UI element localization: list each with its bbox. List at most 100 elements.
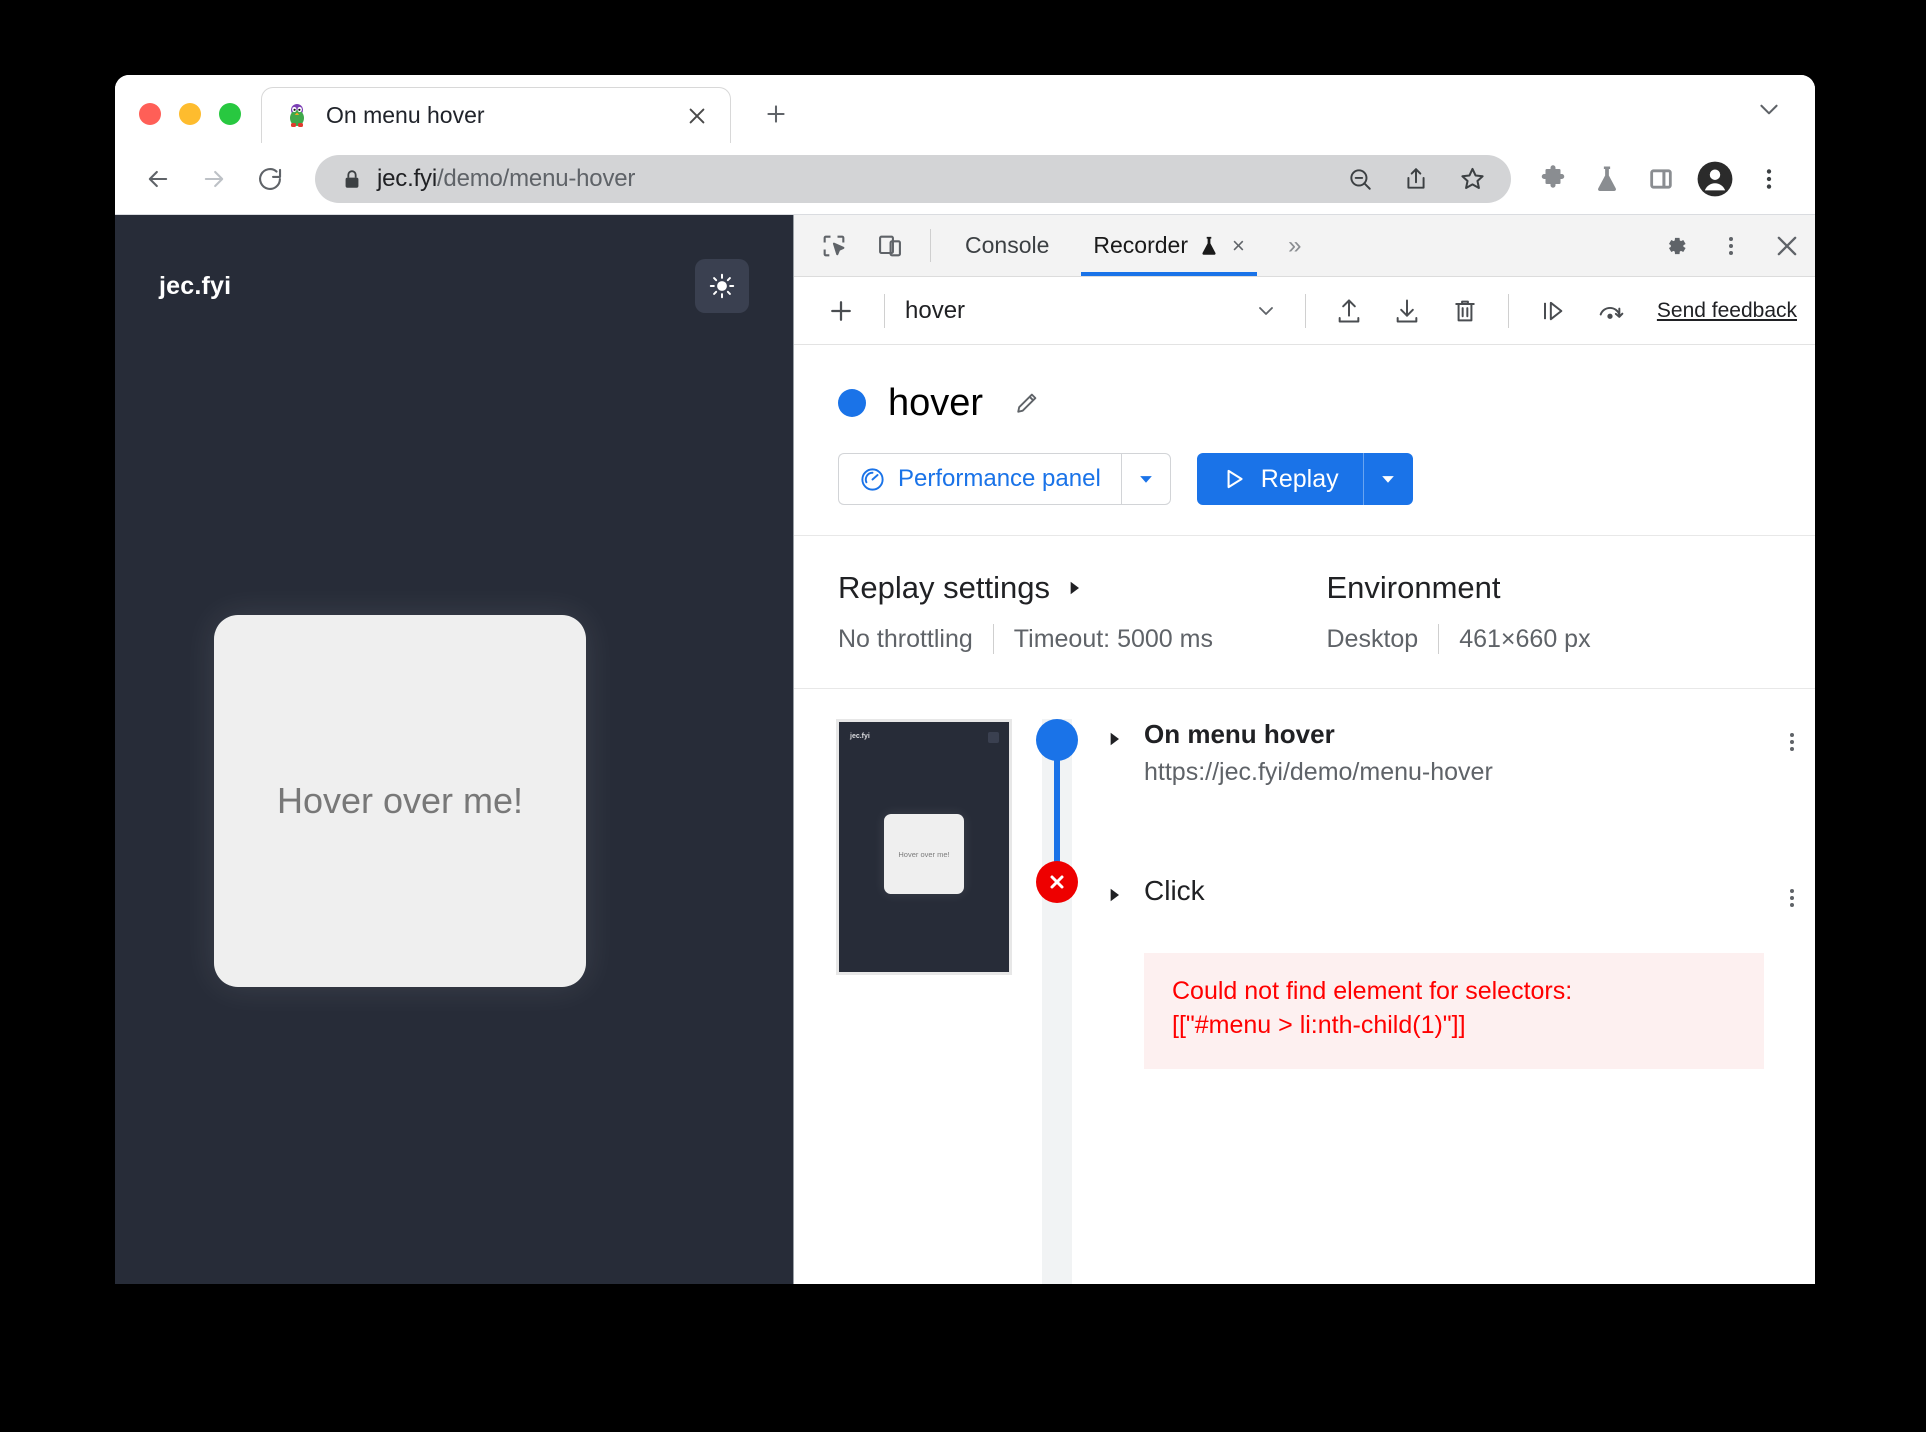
device-toolbar-icon[interactable] xyxy=(862,215,918,276)
tab-console[interactable]: Console xyxy=(943,215,1071,276)
close-window-button[interactable] xyxy=(139,103,161,125)
hover-card-label: Hover over me! xyxy=(276,780,524,821)
recording-actions: Performance panel Replay xyxy=(838,453,1815,505)
performance-panel-label: Performance panel xyxy=(898,465,1101,492)
replay-settings-section: Replay settings No throttling Timeout: 5… xyxy=(794,536,1815,689)
pencil-icon[interactable] xyxy=(1005,381,1049,425)
recording-title-row: hover xyxy=(838,381,1815,425)
replay-dropdown[interactable] xyxy=(1362,453,1413,505)
divider xyxy=(992,624,994,654)
share-icon[interactable] xyxy=(1395,158,1437,200)
devtools-panel: Console Recorder × » hover Send feedback… xyxy=(794,215,1815,1284)
step-row-click[interactable]: Click xyxy=(1104,875,1815,921)
environment-header: Environment xyxy=(1327,570,1816,606)
tab-close-button[interactable] xyxy=(680,99,714,133)
tab-title: On menu hover xyxy=(326,102,485,128)
sun-icon[interactable] xyxy=(695,259,749,313)
expand-triangle-icon[interactable] xyxy=(1104,729,1126,749)
browser-tab[interactable]: On menu hover xyxy=(261,87,731,143)
lock-icon xyxy=(341,168,363,190)
replay-settings-column: Replay settings No throttling Timeout: 5… xyxy=(838,570,1327,654)
import-icon[interactable] xyxy=(1322,284,1376,338)
site-logo[interactable]: jec.fyi xyxy=(159,272,231,301)
replay-settings-values: No throttling Timeout: 5000 ms xyxy=(838,624,1327,654)
tab-strip: On menu hover xyxy=(115,75,1815,143)
recording-status-dot xyxy=(838,389,866,417)
thumbnail-logo: jec.fyi xyxy=(850,733,870,740)
expand-triangle-icon xyxy=(1064,578,1084,598)
divider xyxy=(1507,293,1509,328)
forward-arrow-icon[interactable] xyxy=(189,154,239,204)
more-options-icon[interactable] xyxy=(1769,875,1815,921)
inspect-element-icon[interactable] xyxy=(806,215,862,276)
environment-values: Desktop 461×660 px xyxy=(1327,624,1816,654)
replay-button[interactable]: Replay xyxy=(1196,453,1363,505)
chevron-down-icon[interactable] xyxy=(1243,288,1289,334)
performance-panel-dropdown[interactable] xyxy=(1120,453,1171,505)
back-arrow-icon[interactable] xyxy=(133,154,183,204)
divider xyxy=(1438,624,1440,654)
url-text: jec.fyi/demo/menu-hover xyxy=(377,165,1325,193)
recording-selector[interactable]: hover xyxy=(901,297,969,325)
hover-target-card[interactable]: Hover over me! xyxy=(214,615,586,987)
step-screenshot-thumbnail[interactable]: jec.fyi Hover over me! xyxy=(836,719,1012,975)
maximize-window-button[interactable] xyxy=(219,103,241,125)
experiments-flask-icon[interactable] xyxy=(1583,155,1631,203)
thumbnail-theme-toggle xyxy=(988,732,999,743)
tab-overflow-button[interactable]: » xyxy=(1267,215,1323,276)
more-options-icon[interactable] xyxy=(1703,234,1759,258)
profile-avatar-icon[interactable] xyxy=(1691,155,1739,203)
side-panel-icon[interactable] xyxy=(1637,155,1685,203)
devtools-tab-bar: Console Recorder × » xyxy=(794,215,1815,277)
step-row-navigate[interactable]: On menu hover https://jec.fyi/demo/menu-… xyxy=(1104,719,1815,787)
error-cross-marker xyxy=(1036,861,1078,903)
start-dot-marker xyxy=(1036,719,1078,761)
address-bar[interactable]: jec.fyi/demo/menu-hover xyxy=(315,154,1511,203)
flask-icon xyxy=(1198,235,1220,257)
chevron-down-icon[interactable] xyxy=(1749,89,1789,129)
close-devtools-icon[interactable] xyxy=(1759,232,1815,260)
timeout-value: Timeout: 5000 ms xyxy=(1013,624,1213,653)
send-feedback-link[interactable]: Send feedback xyxy=(1657,299,1797,323)
page-viewport: jec.fyi Hover over me! xyxy=(115,215,794,1284)
tab-recorder-close[interactable]: × xyxy=(1232,233,1245,259)
omnibox-toolbar: jec.fyi/demo/menu-hover xyxy=(115,143,1815,215)
recorder-toolbar: hover Send feedback xyxy=(794,277,1815,345)
penguin-favicon xyxy=(284,103,310,129)
minimize-window-button[interactable] xyxy=(179,103,201,125)
divider xyxy=(884,293,885,328)
star-icon[interactable] xyxy=(1451,158,1493,200)
performance-panel-button[interactable]: Performance panel xyxy=(838,453,1121,505)
new-tab-button[interactable] xyxy=(749,87,803,141)
trash-icon[interactable] xyxy=(1438,284,1492,338)
error-line-1: Could not find element for selectors: xyxy=(1172,977,1573,1005)
tab-recorder-label: Recorder xyxy=(1093,232,1188,258)
step-navigate-url: https://jec.fyi/demo/menu-hover xyxy=(1144,758,1493,786)
window-traffic-lights xyxy=(115,103,261,143)
settings-gear-icon[interactable] xyxy=(1647,232,1703,260)
replay-settings-header[interactable]: Replay settings xyxy=(838,570,1327,606)
chrome-menu-icon[interactable] xyxy=(1745,155,1793,203)
expand-triangle-icon[interactable] xyxy=(1104,885,1126,905)
step-navigate-body: On menu hover https://jec.fyi/demo/menu-… xyxy=(1144,719,1751,787)
browser-body: jec.fyi Hover over me! Console Recorder … xyxy=(115,215,1815,1284)
devtools-actions xyxy=(1622,215,1815,276)
step-click-body: Click xyxy=(1144,875,1751,907)
more-options-icon[interactable] xyxy=(1769,719,1815,765)
recording-header: hover Performance panel Replay xyxy=(794,345,1815,536)
environment-viewport: 461×660 px xyxy=(1459,624,1591,653)
step-over-icon[interactable] xyxy=(1525,284,1579,338)
step-navigate-title: On menu hover xyxy=(1144,719,1335,749)
zoom-out-icon[interactable] xyxy=(1339,158,1381,200)
replay-speed-icon[interactable] xyxy=(1583,284,1637,338)
create-recording-button[interactable] xyxy=(814,284,868,338)
export-icon[interactable] xyxy=(1380,284,1434,338)
replay-settings-label: Replay settings xyxy=(838,570,1050,605)
tab-recorder[interactable]: Recorder × xyxy=(1071,215,1266,276)
steps-list: On menu hover https://jec.fyi/demo/menu-… xyxy=(1088,719,1815,1284)
environment-column: Environment Desktop 461×660 px xyxy=(1327,570,1816,654)
thumbnail-card: Hover over me! xyxy=(884,814,964,894)
step-click-title: Click xyxy=(1144,875,1205,906)
reload-icon[interactable] xyxy=(245,154,295,204)
extensions-puzzle-icon[interactable] xyxy=(1529,155,1577,203)
